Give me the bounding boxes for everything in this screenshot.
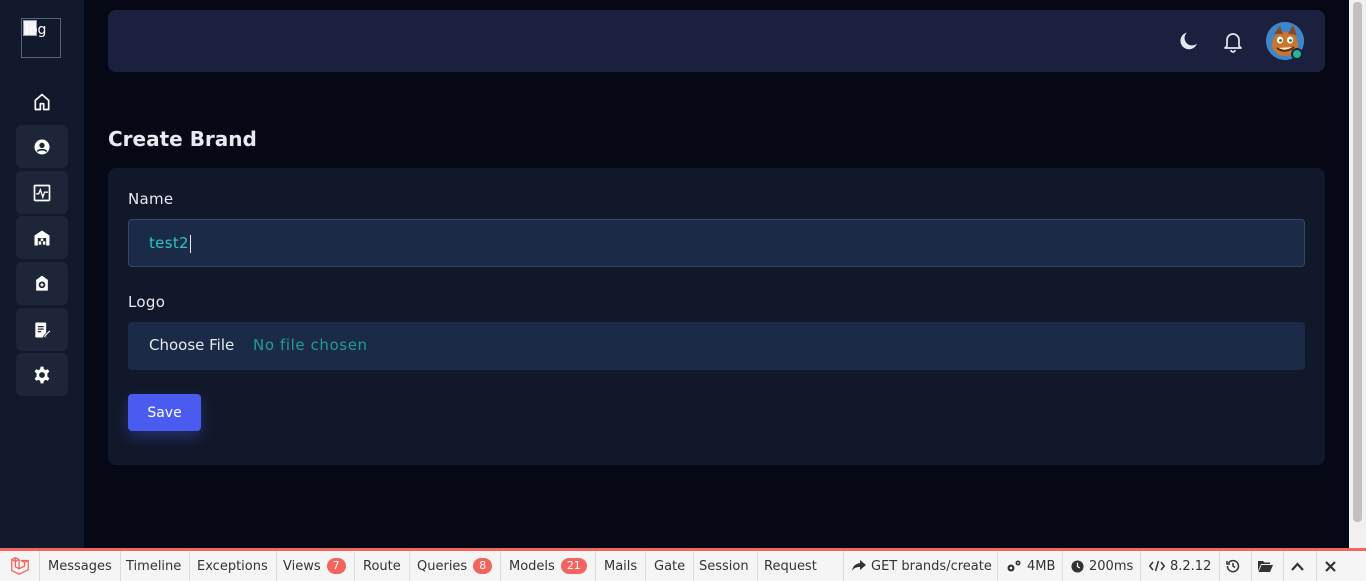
- text-caret: [189, 234, 191, 253]
- debugbar-tab-label: Gate: [654, 558, 686, 574]
- user-circle-icon: [34, 139, 50, 154]
- sidebar-item-home[interactable]: [16, 80, 68, 123]
- debugbar-tab-exceptions[interactable]: Exceptions: [189, 551, 277, 581]
- app-logo[interactable]: log: [21, 18, 61, 58]
- php-version: 8.2.12: [1170, 558, 1212, 574]
- debugbar-tab-label: Exceptions: [197, 558, 268, 574]
- debugbar-tab-session[interactable]: Session: [691, 551, 758, 581]
- folder-open-icon: [1257, 561, 1273, 572]
- close-icon: [1325, 560, 1336, 572]
- debugbar-logo[interactable]: [0, 551, 40, 581]
- debugbar-history-button[interactable]: [1219, 551, 1251, 581]
- debugbar-tab-route[interactable]: Route: [355, 551, 410, 581]
- cogs-icon: [1007, 560, 1021, 572]
- activity-monitor-icon: [33, 184, 51, 201]
- scrollbar-thumb[interactable]: [1353, 2, 1362, 522]
- top-header: [108, 10, 1325, 72]
- name-input-value: test2: [149, 234, 189, 252]
- name-input[interactable]: test2: [128, 219, 1305, 267]
- sidebar-item-activity[interactable]: [16, 171, 68, 214]
- page-title: Create Brand: [108, 127, 257, 151]
- debugbar-tab-label: Session: [699, 558, 749, 574]
- moon-icon[interactable]: [1177, 29, 1201, 53]
- debugbar-time[interactable]: 200ms: [1062, 551, 1141, 581]
- debugbar-tab-mails[interactable]: Mails: [596, 551, 647, 581]
- memory-usage: 4MB: [1027, 558, 1056, 574]
- debugbar-tab-messages[interactable]: Messages: [40, 551, 121, 581]
- sidebar-item-users[interactable]: [16, 125, 68, 168]
- debugbar-tab-queries[interactable]: Queries 8: [409, 551, 502, 581]
- debugbar-tab-label: Timeline: [126, 558, 182, 574]
- laravel-logo-icon: [10, 557, 29, 575]
- add-tag-icon: [36, 275, 48, 291]
- history-icon: [1226, 559, 1240, 573]
- count-badge: 8: [473, 558, 493, 574]
- code-icon: [1149, 560, 1165, 572]
- debugbar-tab-label: Request: [764, 558, 817, 574]
- count-badge: 21: [560, 558, 587, 574]
- share-arrow-icon: [852, 560, 866, 571]
- chevron-up-icon: [1291, 561, 1304, 571]
- logo-file-input[interactable]: Choose File No file chosen: [128, 322, 1305, 370]
- debugbar-open-button[interactable]: [1251, 551, 1283, 581]
- logo-label: Logo: [128, 293, 166, 311]
- count-badge: 7: [326, 558, 346, 574]
- create-brand-form: Name test2 Logo Choose File No file chos…: [108, 168, 1325, 465]
- sidebar-item-brands[interactable]: [16, 262, 68, 305]
- request-time: 200ms: [1089, 558, 1134, 574]
- save-button[interactable]: Save: [128, 394, 201, 431]
- debugbar-tab-timeline[interactable]: Timeline: [118, 551, 191, 581]
- sidebar-item-warehouse[interactable]: [16, 216, 68, 259]
- debugbar-request-info[interactable]: GET brands/create: [843, 551, 1000, 581]
- debugbar-maximize-button[interactable]: [1283, 551, 1316, 581]
- clock-icon: [1071, 559, 1084, 573]
- page-scrollbar[interactable]: [1349, 0, 1366, 548]
- request-route: GET brands/create: [871, 558, 992, 574]
- choose-file-button[interactable]: Choose File: [149, 336, 234, 354]
- debugbar-tab-models[interactable]: Models 21: [501, 551, 596, 581]
- name-label: Name: [128, 190, 174, 208]
- online-status-dot: [1291, 48, 1303, 60]
- debugbar-tab-label: Messages: [48, 558, 112, 574]
- edit-document-icon: [35, 322, 52, 338]
- debugbar-tab-label: Models: [509, 558, 555, 574]
- file-status-text: No file chosen: [253, 336, 368, 354]
- debugbar-tab-views[interactable]: Views 7: [275, 551, 355, 581]
- debugbar-tab-label: Queries: [417, 558, 468, 574]
- debugbar-tab-gate[interactable]: Gate: [646, 551, 695, 581]
- gear-icon: [34, 366, 50, 383]
- debugbar-close-button[interactable]: [1316, 551, 1349, 581]
- home-icon: [34, 93, 50, 110]
- sidebar-item-reports[interactable]: [16, 308, 68, 351]
- debugbar-tab-label: Views: [283, 558, 321, 574]
- debugbar-memory[interactable]: 4MB: [997, 551, 1063, 581]
- logo-alt-text: log: [25, 22, 47, 38]
- debugbar-tab-request[interactable]: Request: [756, 551, 825, 581]
- debugbar-tab-label: Route: [363, 558, 401, 574]
- debug-bar: Messages Timeline Exceptions Views 7 Rout…: [0, 548, 1366, 581]
- bell-icon[interactable]: [1221, 29, 1245, 53]
- sidebar: log: [0, 0, 84, 548]
- sidebar-item-settings[interactable]: [16, 353, 68, 396]
- warehouse-icon: [34, 230, 50, 245]
- debugbar-tab-label: Mails: [604, 558, 638, 574]
- debugbar-php-version[interactable]: 8.2.12: [1140, 551, 1219, 581]
